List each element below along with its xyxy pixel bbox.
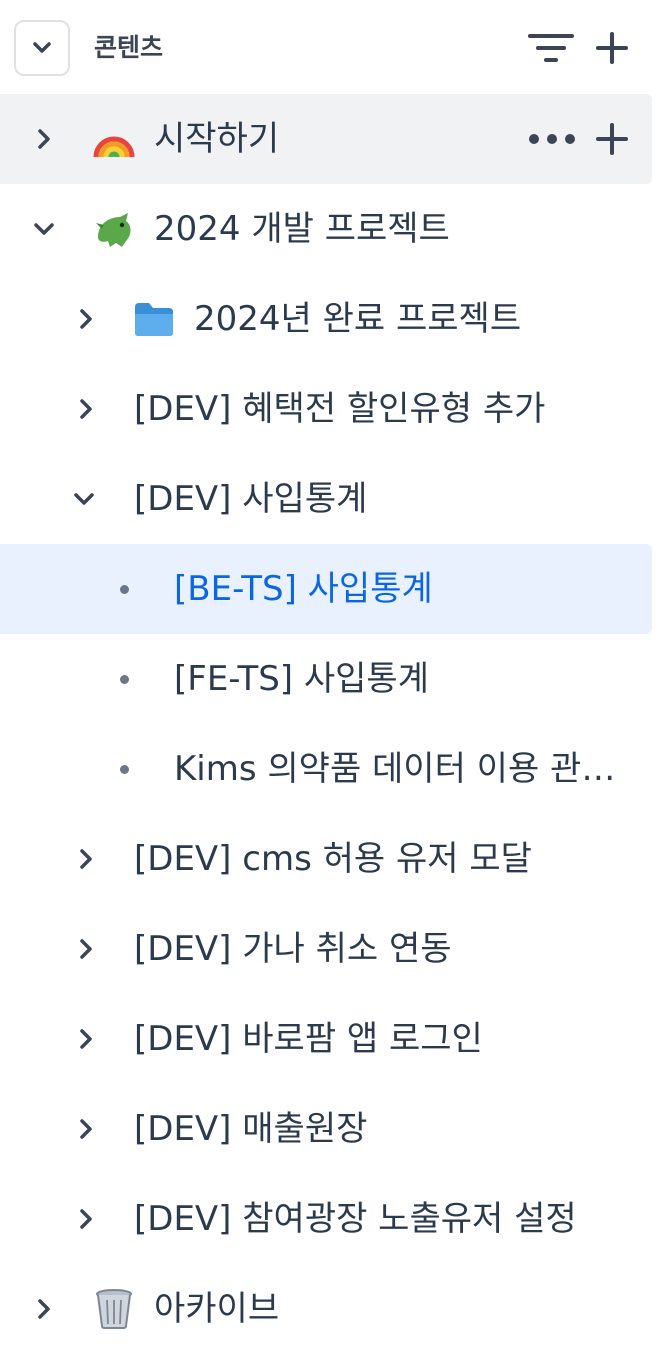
- tree-item-dev-discount-type[interactable]: [DEV] 혜택전 할인유형 추가: [0, 364, 652, 454]
- tree-item-label: [DEV] 매출원장: [134, 1109, 368, 1149]
- tree-item-label: 아카이브: [154, 1289, 280, 1329]
- wastebasket-icon: [92, 1287, 136, 1331]
- expand-button[interactable]: [70, 1203, 102, 1235]
- collapse-button[interactable]: [28, 213, 60, 245]
- chevron-right-icon: [80, 1119, 92, 1139]
- chevron-right-icon: [38, 1299, 50, 1319]
- tree-item-dev-baropharm-login[interactable]: [DEV] 바로팜 앱 로그인: [0, 994, 652, 1084]
- tree-item-label: [DEV] 가나 취소 연동: [134, 929, 452, 969]
- filter-icon: [528, 34, 574, 62]
- tree-item-label: Kims 의약품 데이터 이용 관…: [174, 749, 616, 789]
- bullet-icon: [120, 585, 129, 594]
- tree-item-label: [DEV] cms 허용 유저 모달: [134, 839, 532, 879]
- create-content-button[interactable]: [592, 28, 632, 68]
- tree-item-label: 2024년 완료 프로젝트: [194, 299, 522, 339]
- tree-item-fe-ts-purchase-stats[interactable]: [FE-TS] 사입통계: [0, 634, 652, 724]
- collapse-button[interactable]: [68, 483, 100, 515]
- tree-item-label: [DEV] 바로팜 앱 로그인: [134, 1019, 483, 1059]
- tree-item-label: 2024 개발 프로젝트: [154, 209, 450, 249]
- plus-icon: [596, 123, 628, 155]
- chevron-down-icon: [33, 42, 51, 53]
- chevron-right-icon: [80, 849, 92, 869]
- expand-button[interactable]: [28, 1293, 60, 1325]
- chevron-down-icon: [34, 223, 54, 235]
- chevron-right-icon: [80, 939, 92, 959]
- chevron-right-icon: [80, 1029, 92, 1049]
- chevron-right-icon: [80, 1209, 92, 1229]
- chevron-right-icon: [80, 309, 92, 329]
- chevron-right-icon: [80, 399, 92, 419]
- expand-button[interactable]: [70, 393, 102, 425]
- tree-item-label: [FE-TS] 사입통계: [174, 659, 429, 699]
- tree-item-label: 시작하기: [154, 119, 280, 159]
- dragon-icon: [92, 207, 136, 251]
- bullet-icon: [120, 765, 129, 774]
- tree-item-label: [DEV] 혜택전 할인유형 추가: [134, 389, 546, 429]
- expand-button[interactable]: [70, 1113, 102, 1145]
- filter-button[interactable]: [528, 28, 574, 68]
- tree-item-getting-started[interactable]: 시작하기: [0, 94, 652, 184]
- expand-button[interactable]: [70, 933, 102, 965]
- expand-button[interactable]: [70, 1023, 102, 1055]
- expand-button[interactable]: [28, 123, 60, 155]
- more-icon: [529, 134, 575, 144]
- folder-icon: [132, 297, 176, 341]
- tree-item-label: [DEV] 사입통계: [134, 479, 368, 519]
- tree-item-2024-dev-project[interactable]: 2024 개발 프로젝트: [0, 184, 652, 274]
- expand-button[interactable]: [70, 843, 102, 875]
- tree-item-label: [BE-TS] 사입통계: [174, 569, 433, 609]
- tree-item-archive[interactable]: 아카이브: [0, 1264, 652, 1354]
- chevron-right-icon: [38, 129, 50, 149]
- bullet-icon: [120, 675, 129, 684]
- tree-item-dev-purchase-stats[interactable]: [DEV] 사입통계: [0, 454, 652, 544]
- add-child-button[interactable]: [592, 119, 632, 159]
- expand-button[interactable]: [70, 303, 102, 335]
- tree-item-be-ts-purchase-stats[interactable]: [BE-TS] 사입통계: [0, 544, 652, 634]
- rainbow-icon: [92, 117, 136, 161]
- tree-item-label: [DEV] 참여광장 노출유저 설정: [134, 1199, 577, 1239]
- tree-item-dev-sales-ledger[interactable]: [DEV] 매출원장: [0, 1084, 652, 1174]
- tree-item-dev-plaza-exposure[interactable]: [DEV] 참여광장 노출유저 설정: [0, 1174, 652, 1264]
- tree-item-dev-gana-cancel[interactable]: [DEV] 가나 취소 연동: [0, 904, 652, 994]
- chevron-down-icon: [74, 493, 94, 505]
- tree-item-2024-completed-projects[interactable]: 2024년 완료 프로젝트: [0, 274, 652, 364]
- more-actions-button[interactable]: [526, 122, 578, 156]
- plus-icon: [596, 32, 628, 64]
- sidebar-header: 콘텐츠: [0, 0, 664, 96]
- collapse-all-button[interactable]: [14, 20, 70, 76]
- tree-item-dev-cms-user-modal[interactable]: [DEV] cms 허용 유저 모달: [0, 814, 652, 904]
- section-title: 콘텐츠: [94, 33, 164, 62]
- tree-item-kims-drug-data[interactable]: Kims 의약품 데이터 이용 관…: [0, 724, 652, 814]
